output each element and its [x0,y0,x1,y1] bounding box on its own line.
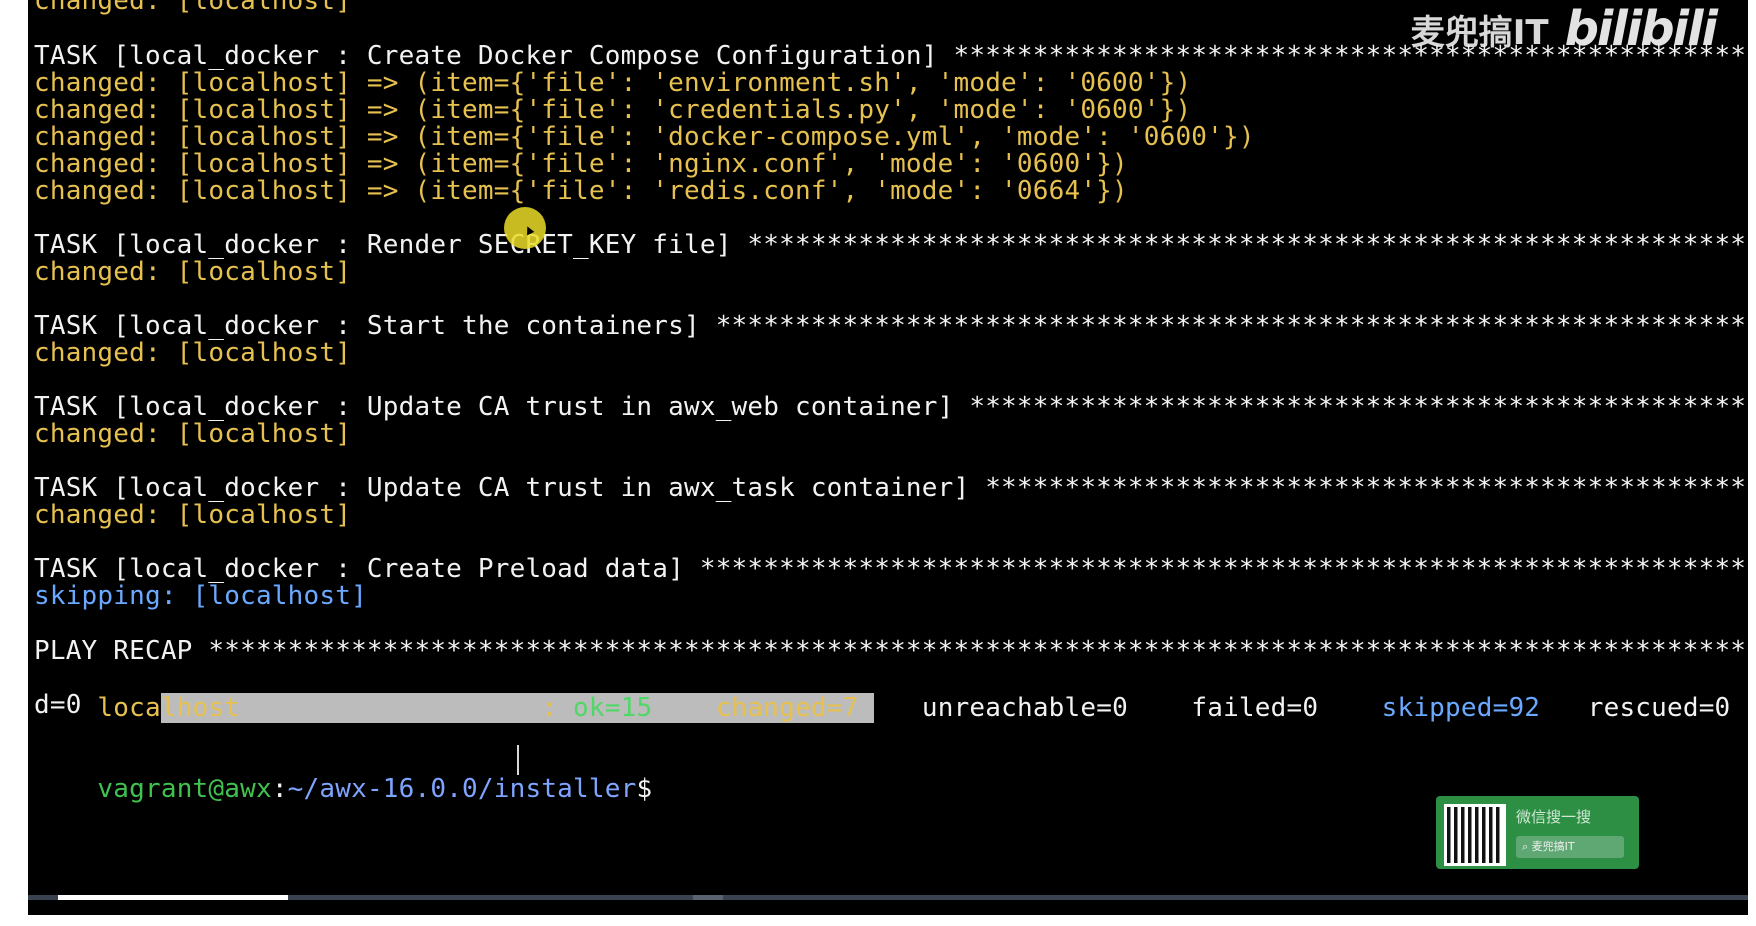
wechat-search-title: 微信搜一搜 [1516,808,1592,826]
terminal-line-text: skipping: [localhost] [34,581,367,611]
window-edge [1752,0,1756,926]
terminal-line: TASK [local_docker : Create Preload data… [34,554,1748,584]
terminal-line-text: TASK [local_docker : Update CA trust in … [34,473,1748,503]
terminal-line: changed: [localhost] [34,419,351,449]
wechat-search-widget: 微信搜一搜 ⌕ 麦兜搞IT [1436,796,1639,869]
terminal-line-text: TASK [local_docker : Render SECRET_KEY f… [34,230,1748,260]
terminal-line: changed: [localhost] => (item={'file': '… [34,68,1191,98]
recap-skipped: skipped=92 [1381,693,1541,723]
bottom-edge [0,915,1756,926]
recap-host-suffix: lhost [160,693,241,723]
terminal-line-text: changed: [localhost] [34,0,352,16]
terminal-line: changed: [localhost] [34,338,351,368]
recap-unreachable: unreachable=0 [921,693,1128,723]
terminal-line-text: changed: [localhost] => (item={'file': '… [34,176,1128,206]
terminal-line-text: changed: [localhost] => (item={'file': '… [34,149,1128,179]
recap-host-prefix: loca [97,693,161,723]
prompt-symbol: $ [636,774,669,804]
recap-failed: failed=0 [1191,693,1319,723]
scrollbar-marker [693,895,723,900]
terminal-window[interactable]: 麦兜搞IT bilibili changed: [localhost] TASK … [28,0,1748,926]
text-cursor [517,745,519,775]
terminal-line: TASK [local_docker : Render SECRET_KEY f… [34,230,1748,260]
recap-colon: : [240,693,574,723]
terminal-line-text: changed: [localhost] [34,500,352,530]
terminal-line-text: PLAY RECAP *****************************… [34,636,1748,666]
terminal-line-text: TASK [local_docker : Update CA trust in … [34,392,1748,422]
terminal-line: changed: [localhost] => (item={'file': '… [34,122,1255,152]
terminal-line: changed: [localhost] => (item={'file': '… [34,176,1128,206]
terminal-line: TASK [local_docker : Create Docker Compo… [34,41,1748,71]
recap-ok: ok=15 [573,693,653,723]
recap-rescued: rescued=0 [1587,693,1731,723]
prompt-path: ~/awx-16.0.0/installer [287,774,637,804]
recap-changed: changed=7 [715,693,859,723]
terminal-line: changed: [localhost] [34,0,351,16]
terminal-line: TASK [local_docker : Start the container… [34,311,1748,341]
wechat-search-text: 麦兜搞IT [1531,840,1575,853]
terminal-line-text: TASK [local_docker : Create Docker Compo… [34,41,1748,71]
terminal-line-text: changed: [localhost] => (item={'file': '… [34,95,1192,125]
terminal-line: PLAY RECAP *****************************… [34,636,1748,666]
terminal-line: changed: [localhost] [34,257,351,287]
terminal-line-text: changed: [localhost] => (item={'file': '… [34,68,1192,98]
terminal-line-text: changed: [localhost] [34,338,352,368]
terminal-line: TASK [local_docker : Update CA trust in … [34,392,1748,422]
terminal-line: TASK [local_docker : Update CA trust in … [34,473,1748,503]
prompt-user: vagrant@awx [97,774,272,804]
terminal-line: changed: [localhost] [34,500,351,530]
terminal-line-text: TASK [local_docker : Create Preload data… [34,554,1748,584]
terminal-line: skipping: [localhost] [34,581,367,611]
scrollbar-thumb[interactable] [58,895,288,900]
recap-wrap-line: d=0 [34,690,82,720]
terminal-line: changed: [localhost] => (item={'file': '… [34,149,1128,179]
terminal-line-text: changed: [localhost] [34,257,352,287]
wechat-search-box: ⌕ 麦兜搞IT [1516,836,1624,858]
recap-line: localhost : ok=15 changed=7 unreachable=… [34,663,1748,723]
terminal-line-text: TASK [local_docker : Start the container… [34,311,1748,341]
terminal-line: changed: [localhost] => (item={'file': '… [34,95,1191,125]
prompt-sep: : [271,774,288,804]
terminal-line-text: changed: [localhost] [34,419,352,449]
terminal-line-text: changed: [localhost] => (item={'file': '… [34,122,1255,152]
qr-code-icon [1444,804,1506,866]
shell-prompt[interactable]: vagrant@awx:~/awx-16.0.0/installer$ [34,744,668,804]
